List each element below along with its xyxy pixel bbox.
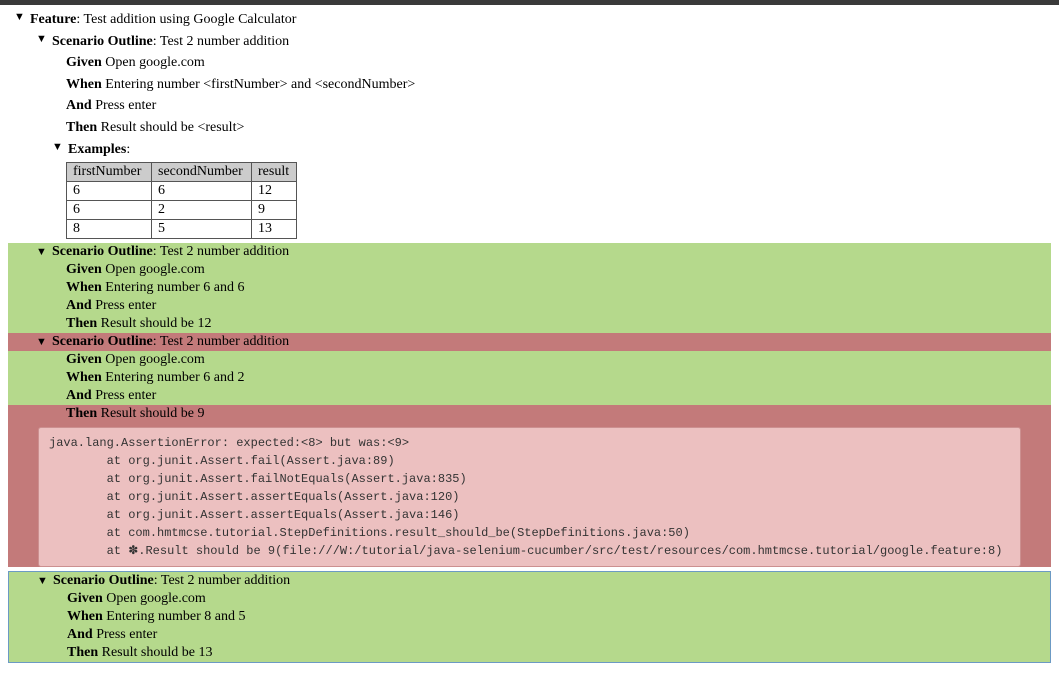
step-when: When Entering number 6 and 6 bbox=[8, 279, 1051, 297]
step-and: And Press enter bbox=[9, 626, 1050, 644]
feature-name: Test addition using Google Calculator bbox=[84, 12, 297, 27]
cucumber-report: ▼ Feature: Test addition using Google Ca… bbox=[0, 5, 1059, 675]
col-header: secondNumber bbox=[152, 163, 252, 182]
step-then: Then Result should be <result> bbox=[66, 117, 1051, 139]
chevron-down-icon: ▼ bbox=[36, 336, 47, 348]
col-header: result bbox=[252, 163, 297, 182]
error-stacktrace: java.lang.AssertionError: expected:<8> b… bbox=[38, 427, 1021, 567]
step-given: Given Open google.com bbox=[9, 590, 1050, 608]
scenario-outline-name: Test 2 number addition bbox=[160, 34, 289, 49]
step-then: Then Result should be 12 bbox=[8, 315, 1051, 333]
feature-header[interactable]: ▼ Feature: Test addition using Google Ca… bbox=[14, 9, 1051, 31]
chevron-down-icon: ▼ bbox=[36, 246, 47, 258]
step-given: Given Open google.com bbox=[66, 52, 1051, 74]
examples-header[interactable]: ▼ Examples: bbox=[52, 139, 1051, 161]
chevron-down-icon: ▼ bbox=[36, 32, 47, 47]
table-row: 6 2 9 bbox=[67, 201, 297, 220]
scenario-run-pass: ▼ Scenario Outline: Test 2 number additi… bbox=[8, 243, 1051, 333]
scenario-outline-keyword: Scenario Outline bbox=[52, 34, 153, 49]
step-when: When Entering number 6 and 2 bbox=[8, 369, 1051, 387]
chevron-down-icon: ▼ bbox=[52, 140, 63, 155]
examples-keyword: Examples bbox=[68, 142, 126, 157]
step-and: And Press enter bbox=[66, 95, 1051, 117]
col-header: firstNumber bbox=[67, 163, 152, 182]
scenario-run-header[interactable]: ▼ Scenario Outline: Test 2 number additi… bbox=[8, 243, 1051, 261]
scenario-run-pass: ▼ Scenario Outline: Test 2 number additi… bbox=[8, 571, 1051, 663]
table-header-row: firstNumber secondNumber result bbox=[67, 163, 297, 182]
step-when: When Entering number 8 and 5 bbox=[9, 608, 1050, 626]
step-and: And Press enter bbox=[8, 297, 1051, 315]
step-given: Given Open google.com bbox=[8, 261, 1051, 279]
scenario-run-fail: ▼ Scenario Outline: Test 2 number additi… bbox=[8, 333, 1051, 567]
step-given: Given Open google.com bbox=[8, 351, 1051, 369]
chevron-down-icon: ▼ bbox=[37, 575, 48, 587]
step-then-failed: Then Result should be 9 bbox=[8, 405, 1051, 423]
table-row: 6 6 12 bbox=[67, 182, 297, 201]
step-then: Then Result should be 13 bbox=[9, 644, 1050, 662]
chevron-down-icon: ▼ bbox=[14, 10, 25, 25]
table-row: 8 5 13 bbox=[67, 220, 297, 239]
feature-keyword: Feature bbox=[30, 12, 76, 27]
examples-table: firstNumber secondNumber result 6 6 12 6… bbox=[66, 162, 297, 239]
scenario-run-header[interactable]: ▼ Scenario Outline: Test 2 number additi… bbox=[8, 333, 1051, 351]
step-when: When Entering number <firstNumber> and <… bbox=[66, 74, 1051, 96]
scenario-outline-header[interactable]: ▼ Scenario Outline: Test 2 number additi… bbox=[36, 31, 1051, 53]
step-and: And Press enter bbox=[8, 387, 1051, 405]
scenario-run-header[interactable]: ▼ Scenario Outline: Test 2 number additi… bbox=[9, 572, 1050, 590]
